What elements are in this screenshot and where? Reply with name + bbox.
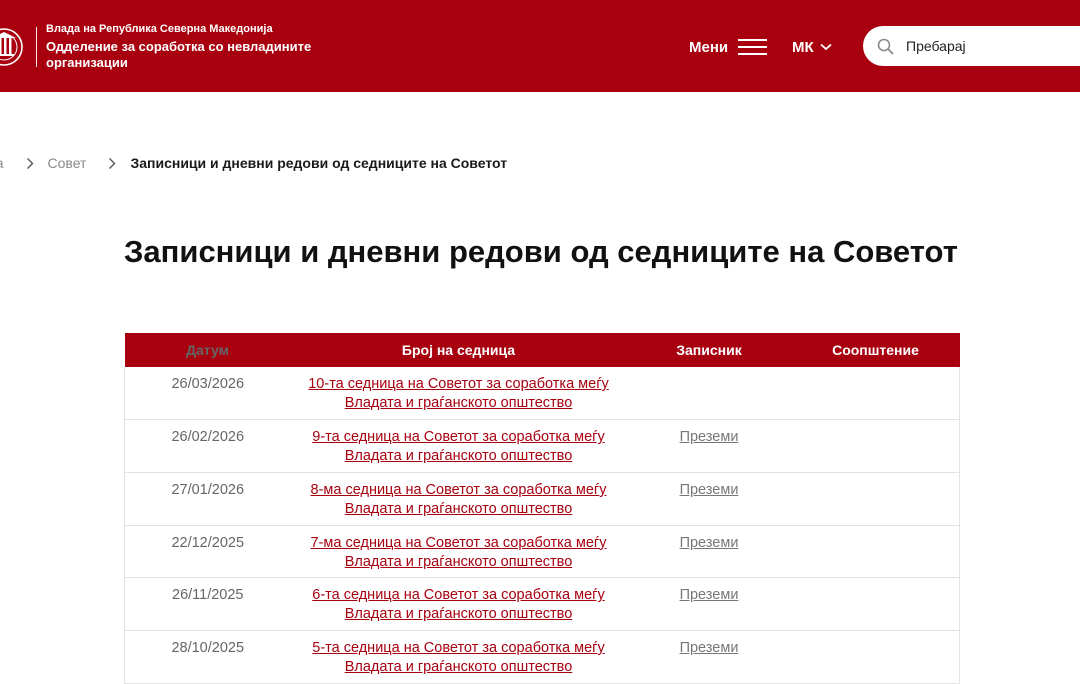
breadcrumb-home[interactable]: на [0, 155, 4, 171]
session-link[interactable]: 5-та седница на Советот за соработка меѓ… [312, 640, 604, 675]
table-row: 22/12/2025 7-ма седница на Советот за со… [124, 525, 960, 579]
row-date: 27/01/2026 [124, 472, 291, 526]
row-date: 22/12/2025 [124, 525, 291, 579]
government-seal-icon[interactable] [0, 24, 28, 70]
row-minutes-cell: Преземи [626, 630, 792, 684]
search-box[interactable] [863, 26, 1080, 66]
minutes-download-link[interactable]: Преземи [680, 429, 739, 445]
site-header: Влада на Република Северна Македонија Од… [0, 0, 1080, 92]
row-session-cell: 10-та седница на Советот за соработка ме… [290, 367, 627, 421]
row-session-cell: 5-та седница на Советот за соработка меѓ… [290, 630, 627, 684]
row-session-cell: 9-та седница на Советот за соработка меѓ… [290, 419, 627, 473]
breadcrumb-separator-icon [26, 157, 34, 170]
row-date: 26/03/2026 [124, 367, 291, 421]
minutes-download-link[interactable]: Преземи [680, 535, 739, 551]
session-link-line1: 5-та седница на Советот за соработка меѓ… [312, 639, 605, 656]
minutes-download-link[interactable]: Преземи [680, 587, 739, 603]
row-session-cell: 6-та седница на Советот за соработка меѓ… [290, 577, 627, 631]
menu-button[interactable]: Мени [689, 36, 768, 58]
row-minutes-cell: Преземи [626, 577, 792, 631]
header-session: Број на седница [290, 333, 627, 367]
session-link-line1: 7-ма седница на Советот за соработка меѓ… [310, 534, 607, 551]
table-row: 26/03/2026 10-та седница на Советот за с… [124, 367, 960, 421]
breadcrumb-council[interactable]: Совет [48, 155, 87, 171]
session-link[interactable]: 6-та седница на Советот за соработка меѓ… [312, 587, 604, 622]
search-input[interactable] [904, 37, 1054, 55]
row-minutes-cell: Преземи [626, 419, 792, 473]
government-name[interactable]: Влада на Република Северна Македонија [46, 23, 273, 35]
row-notice-cell [791, 577, 960, 631]
session-link[interactable]: 10-та седница на Советот за соработка ме… [308, 376, 609, 411]
breadcrumb-separator-icon [108, 157, 116, 170]
language-selector[interactable]: МК [792, 36, 832, 58]
session-link[interactable]: 8-ма седница на Советот за соработка меѓ… [311, 482, 607, 517]
row-date: 26/02/2026 [124, 419, 291, 473]
row-notice-cell [791, 525, 960, 579]
breadcrumb: на Совет Записници и дневни редови од се… [0, 155, 507, 171]
session-link[interactable]: 9-та седница на Советот за соработка меѓ… [312, 429, 604, 464]
search-icon [877, 38, 894, 55]
sessions-table: Датум Број на седница Записник Соопштени… [124, 333, 960, 684]
header-date: Датум [124, 333, 291, 367]
session-link[interactable]: 7-ма седница на Советот за соработка меѓ… [311, 535, 607, 570]
hamburger-icon [738, 39, 768, 55]
row-notice-cell [791, 472, 960, 526]
minutes-download-link[interactable]: Преземи [680, 482, 739, 498]
session-link-line2: Владата и граѓанското општество [344, 395, 573, 411]
page-title: Записници и дневни редови од седниците н… [124, 234, 958, 269]
table-row: 26/11/2025 6-та седница на Советот за со… [124, 577, 960, 631]
session-link-line1: 9-та седница на Советот за соработка меѓ… [312, 429, 605, 446]
row-minutes-cell [626, 367, 792, 421]
language-label: МК [792, 38, 814, 56]
row-notice-cell [791, 630, 960, 684]
table-row: 27/01/2026 8-ма седница на Советот за со… [124, 472, 960, 526]
row-notice-cell [791, 419, 960, 473]
row-session-cell: 7-ма седница на Советот за соработка меѓ… [290, 525, 627, 579]
session-link-line2: Владата и граѓанското општество [344, 500, 573, 517]
row-date: 26/11/2025 [124, 577, 291, 631]
session-link-line2: Владата и граѓанското општество [344, 553, 573, 570]
breadcrumb-current: Записници и дневни редови од седниците н… [130, 155, 508, 171]
row-notice-cell [791, 367, 960, 421]
session-link-line2: Владата и граѓанското општество [344, 658, 573, 675]
header-minutes: Записник [626, 333, 792, 367]
session-link-line1: 10-та седница на Советот за соработка ме… [308, 376, 609, 392]
row-session-cell: 8-ма седница на Советот за соработка меѓ… [290, 472, 627, 526]
chevron-down-icon [820, 43, 832, 51]
menu-label: Мени [689, 38, 729, 56]
table-row: 28/10/2025 5-та седница на Советот за со… [124, 630, 960, 684]
row-minutes-cell: Преземи [626, 525, 792, 579]
session-link-line1: 8-ма седница на Советот за соработка меѓ… [310, 481, 607, 498]
minutes-download-link[interactable]: Преземи [680, 640, 739, 656]
header-notice: Соопштение [791, 333, 960, 367]
department-name[interactable]: Одделение за соработка со невладините ор… [46, 39, 316, 71]
row-date: 28/10/2025 [124, 630, 291, 684]
table-header-row: Датум Број на седница Записник Соопштени… [124, 333, 960, 367]
logo-divider [36, 27, 37, 67]
table-row: 26/02/2026 9-та седница на Советот за со… [124, 419, 960, 473]
session-link-line2: Владата и граѓанското општество [344, 448, 573, 465]
session-link-line1: 6-та седница на Советот за соработка меѓ… [312, 587, 605, 604]
sessions-table-container: Датум Број на седница Записник Соопштени… [124, 333, 960, 684]
session-link-line2: Владата и граѓанското општество [344, 606, 573, 623]
row-minutes-cell: Преземи [626, 472, 792, 526]
